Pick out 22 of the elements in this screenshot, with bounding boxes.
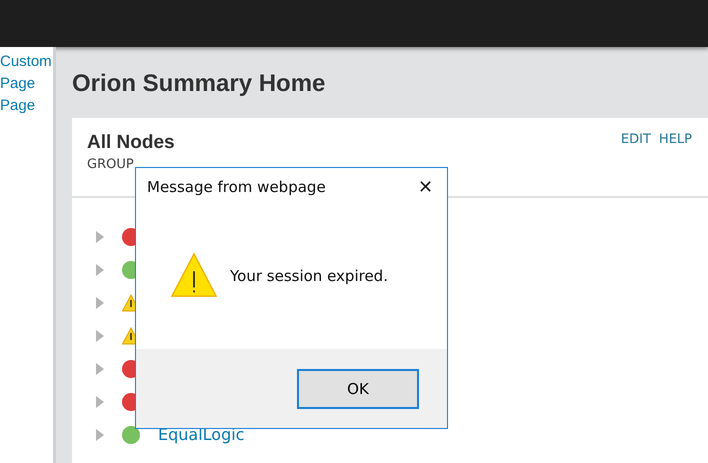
card-action-link[interactable]: HELP (658, 132, 692, 172)
card-action-link[interactable]: EDIT (620, 132, 651, 172)
page-title: Orion Summary Home (72, 70, 326, 98)
expand-icon[interactable] (96, 396, 104, 408)
expand-icon[interactable] (96, 296, 104, 308)
dialog-message: Your session expired. (230, 267, 388, 285)
sidebar-link[interactable]: Page (0, 73, 53, 95)
ok-button[interactable]: OK (297, 368, 419, 408)
expand-icon[interactable] (96, 230, 104, 242)
warning-icon (170, 252, 218, 300)
node-link[interactable]: EqualLogic (158, 425, 244, 444)
expand-icon[interactable] (96, 330, 104, 342)
card-subtitle: GROUP (87, 157, 135, 172)
sidebar-link[interactable]: Page (0, 95, 53, 117)
dialog-title: Message from webpage (147, 178, 326, 196)
expand-icon[interactable] (96, 264, 104, 276)
close-button[interactable]: ✕ (418, 176, 433, 198)
card-title: All Nodes (87, 132, 175, 154)
expand-icon[interactable] (96, 428, 104, 440)
sidebar-link[interactable]: Custom (0, 51, 53, 73)
status-icon (122, 426, 140, 444)
expand-icon[interactable] (96, 362, 104, 374)
